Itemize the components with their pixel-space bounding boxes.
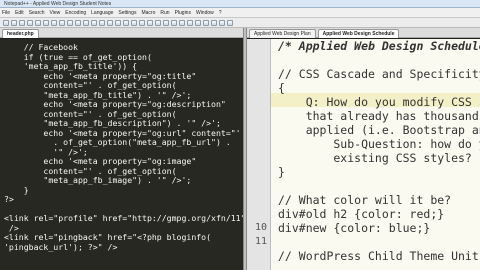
record-macro-icon[interactable] [195, 19, 201, 26]
menu-item-run[interactable]: Run [160, 10, 169, 16]
code-line: /* Applied Web Design Schedule [278, 39, 480, 53]
menu-item-[interactable]: ? [219, 10, 222, 16]
indent-guide-icon[interactable] [163, 19, 169, 26]
code-line: { [278, 81, 285, 95]
left-tab-row: header.php [0, 28, 243, 38]
tab-header-php[interactable]: header.php [2, 29, 39, 38]
code-line: } [278, 165, 285, 179]
save-macro-icon[interactable] [227, 19, 233, 26]
code-line: Q: How do you modify CSS s [278, 95, 480, 109]
find-icon[interactable] [99, 19, 105, 26]
menu-item-language[interactable]: Language [91, 10, 113, 16]
window-title: Notepad++ - Applied Web Design Student N… [4, 1, 112, 7]
replace-icon[interactable] [107, 19, 113, 26]
menu-item-window[interactable]: Window [196, 10, 214, 16]
line-number-gutter: 10 11 [247, 39, 271, 270]
code-line: // WordPress Child Theme Unit [278, 249, 479, 263]
right-tab-row: Applied Web Design Plan Applied Web Desig… [247, 28, 480, 38]
code-line: <link rel="profile" href="http://gmpg.or… [4, 213, 243, 223]
menu-item-edit[interactable]: Edit [15, 10, 24, 16]
code-line: Sub-Question: how do y [278, 137, 480, 151]
sync-v-icon[interactable] [131, 19, 137, 26]
code-line: existing CSS styles? [278, 151, 472, 165]
menu-item-macro[interactable]: Macro [141, 10, 155, 16]
menu-item-view[interactable]: View [50, 10, 61, 16]
code-line: "meta_app_fb_image") . '" />'; [4, 175, 192, 185]
zoom-in-icon[interactable] [115, 19, 121, 26]
run-macro-icon[interactable] [219, 19, 225, 26]
tab-applied-web-design-schedule[interactable]: Applied Web Design Schedule [317, 29, 400, 38]
close-all-icon[interactable] [43, 19, 49, 26]
menu-item-plugins[interactable]: Plugins [175, 10, 191, 16]
undo-icon[interactable] [83, 19, 89, 26]
close-icon[interactable] [35, 19, 41, 26]
toolbar [0, 18, 480, 28]
left-editor[interactable]: // Facebook if (true == of_get_option( '… [0, 39, 243, 270]
sync-h-icon[interactable] [139, 19, 145, 26]
code-line: 'pingback_url'); ?>" /> [4, 241, 118, 252]
code-line: div#old h2 {color: red;} // [278, 207, 480, 221]
new-file-icon[interactable] [3, 19, 9, 26]
line-number: 10 [254, 222, 267, 233]
redo-icon[interactable] [91, 19, 97, 26]
code-line: div#new {color: blue;} // [278, 221, 480, 235]
play-macro-icon[interactable] [211, 19, 217, 26]
print-icon[interactable] [51, 19, 57, 26]
menu-item-file[interactable]: File [2, 10, 10, 16]
doc-map-icon[interactable] [179, 19, 185, 26]
menu-bar: File Edit Search View Encoding Language Settin… [0, 8, 480, 18]
code-line: // What color will it be? [278, 193, 452, 207]
save-all-icon[interactable] [27, 19, 33, 26]
code-line: // CSS Cascade and Specificity [278, 67, 480, 81]
menu-item-encoding[interactable]: Encoding [65, 10, 86, 16]
lang-icon[interactable] [171, 19, 177, 26]
cut-icon[interactable] [59, 19, 65, 26]
right-editor[interactable]: /* Applied Web Design Schedule // CSS Cas… [271, 39, 480, 270]
stop-macro-icon[interactable] [203, 19, 209, 26]
menu-item-settings[interactable]: Settings [118, 10, 136, 16]
menu-item-search[interactable]: Search [29, 10, 45, 16]
code-line: ?> [4, 194, 14, 204]
zoom-out-icon[interactable] [123, 19, 129, 26]
all-chars-icon[interactable] [155, 19, 161, 26]
open-file-icon[interactable] [11, 19, 17, 26]
tab-applied-web-design-plan[interactable]: Applied Web Design Plan [249, 29, 316, 38]
wrap-icon[interactable] [147, 19, 153, 26]
copy-icon[interactable] [67, 19, 73, 26]
func-list-icon[interactable] [187, 19, 193, 26]
paste-icon[interactable] [75, 19, 81, 26]
code-line: that already has thousands [278, 109, 480, 123]
save-icon[interactable] [19, 19, 25, 26]
window-titlebar: Notepad++ - Applied Web Design Student N… [0, 0, 480, 8]
code-line: applied (i.e. Bootstrap an [278, 123, 480, 137]
line-number: 11 [254, 236, 267, 247]
